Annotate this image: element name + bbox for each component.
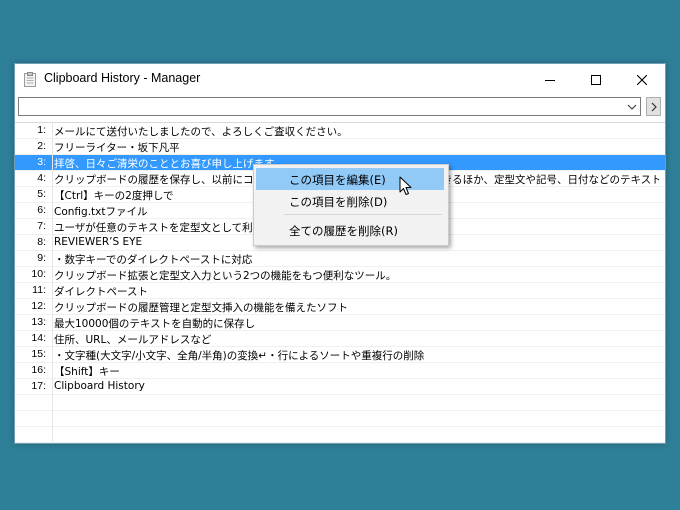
- list-item-number: 10:: [31, 268, 46, 280]
- list-item[interactable]: 9: ・数字キーでのダイレクトペーストに対応: [15, 251, 665, 267]
- list-item-number: 15:: [31, 348, 46, 360]
- list-item[interactable]: 10: クリップボード拡張と定型文入力という2つの機能をもつ便利なツール。: [15, 267, 665, 283]
- list-item-number: 1:: [37, 124, 46, 136]
- column-divider: [52, 122, 53, 442]
- search-combo[interactable]: [18, 97, 641, 116]
- list-item-text: フリーライター・坂下凡平: [54, 142, 180, 154]
- menu-item-delete-all-label: 全ての履歴を削除(R): [289, 224, 398, 238]
- list-item-number: 12:: [31, 300, 46, 312]
- empty-row: [15, 411, 665, 427]
- list-item-text: Clipboard History: [54, 380, 145, 392]
- list-item-text: クリップボードの履歴管理と定型文挿入の機能を備えたソフト: [54, 302, 348, 314]
- minimize-icon: [545, 79, 555, 81]
- list-item-number: 7:: [37, 220, 46, 232]
- clipboard-icon: [24, 72, 36, 87]
- menu-separator: [284, 214, 442, 215]
- list-item-number: 5:: [37, 188, 46, 200]
- list-item[interactable]: 1: メールにて送付いたしましたので、よろしくご査収ください。: [15, 123, 665, 139]
- minimize-button[interactable]: [527, 64, 573, 95]
- list-item-text: メールにて送付いたしましたので、よろしくご査収ください。: [54, 126, 348, 138]
- list-item-number: 3:: [37, 156, 46, 168]
- mouse-cursor-icon: [399, 176, 412, 195]
- menu-item-edit[interactable]: この項目を編集(E): [256, 168, 444, 190]
- maximize-icon: [591, 74, 601, 85]
- list-item[interactable]: 2: フリーライター・坂下凡平: [15, 139, 665, 155]
- list-item-text: クリップボード拡張と定型文入力という2つの機能をもつ便利なツール。: [54, 270, 397, 282]
- list-item-number: 4:: [37, 172, 46, 184]
- list-item-number: 9:: [37, 252, 46, 264]
- empty-row: [15, 427, 665, 443]
- menu-item-edit-label: この項目を編集(E): [289, 173, 386, 187]
- list-item[interactable]: 17: Clipboard History: [15, 379, 665, 395]
- close-button[interactable]: [619, 64, 665, 95]
- menu-item-delete-label: この項目を削除(D): [289, 195, 388, 209]
- list-item-text: ダイレクトペースト: [54, 286, 148, 298]
- chevron-down-icon[interactable]: [626, 101, 638, 113]
- go-button[interactable]: [646, 97, 661, 116]
- list-item-number: 8:: [37, 236, 46, 248]
- close-icon: [637, 74, 647, 85]
- list-item[interactable]: 11: ダイレクトペースト: [15, 283, 665, 299]
- context-menu: この項目を編集(E) この項目を削除(D) 全ての履歴を削除(R): [253, 164, 449, 246]
- list-item-text: 住所、URL、メールアドレスなど: [54, 334, 212, 346]
- list-item[interactable]: 15: ・文字種(大文字/小文字、全角/半角)の変換↵・行によるソートや重複行の削…: [15, 347, 665, 363]
- menu-item-delete-all[interactable]: 全ての履歴を削除(R): [256, 219, 444, 241]
- window-title: Clipboard History - Manager: [44, 71, 201, 85]
- list-item-text: ・数字キーでのダイレクトペーストに対応: [54, 254, 253, 266]
- list-item-number: 6:: [37, 204, 46, 216]
- list-item[interactable]: 13: 最大10000個のテキストを自動的に保存し: [15, 315, 665, 331]
- list-item[interactable]: 14: 住所、URL、メールアドレスなど: [15, 331, 665, 347]
- list-item[interactable]: 16: 【Shift】キー: [15, 363, 665, 379]
- list-item-text: 最大10000個のテキストを自動的に保存し: [54, 318, 256, 330]
- empty-row: [15, 395, 665, 411]
- list-item-number: 2:: [37, 140, 46, 152]
- list-item-number: 11:: [32, 284, 46, 296]
- toolbar: [15, 97, 665, 119]
- list-item-number: 16:: [31, 364, 46, 376]
- menu-item-delete[interactable]: この項目を削除(D): [256, 190, 444, 212]
- title-bar[interactable]: Clipboard History - Manager: [15, 64, 665, 95]
- list-item-number: 14:: [31, 332, 46, 344]
- app-window: Clipboard History - Manager 1: メールにて送付いたし…: [14, 63, 666, 444]
- chevron-right-icon: [651, 102, 657, 111]
- list-item-text: ・文字種(大文字/小文字、全角/半角)の変換↵・行によるソートや重複行の削除: [54, 350, 425, 362]
- list-item-number: 17:: [31, 380, 46, 392]
- list-item[interactable]: 12: クリップボードの履歴管理と定型文挿入の機能を備えたソフト: [15, 299, 665, 315]
- list-item-number: 13:: [31, 316, 46, 328]
- list-item-text: 【Shift】キー: [54, 366, 120, 378]
- maximize-button[interactable]: [573, 64, 619, 95]
